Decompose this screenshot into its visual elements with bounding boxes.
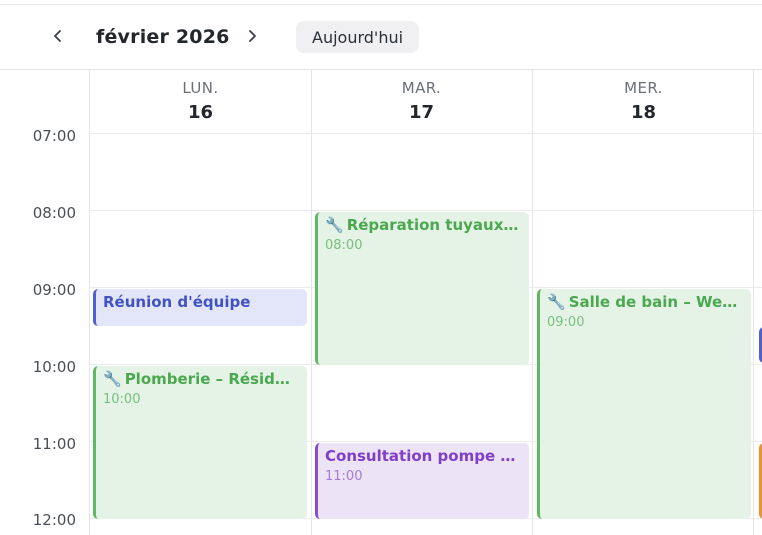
month-title: février 2026 — [96, 26, 230, 48]
event-consultation-pompe[interactable]: Consultation pompe à ... 11:00 — [315, 443, 529, 519]
time-label: 11:00 — [32, 435, 76, 453]
day-name: LUN. — [182, 79, 219, 97]
wrench-icon: 🔧 — [325, 216, 344, 234]
day-number: 17 — [408, 102, 435, 123]
event-salle-de-bain[interactable]: 🔧 Salle de bain – Weber 09:00 — [537, 289, 751, 519]
prev-week-button[interactable] — [44, 22, 72, 50]
time-label: 12:00 — [32, 511, 76, 529]
event-time: 10:00 — [103, 392, 141, 407]
next-week-button[interactable] — [238, 22, 266, 50]
time-label: 10:00 — [32, 358, 76, 376]
event-title: Plomberie – Réside... — [124, 370, 300, 388]
time-label: 07:00 — [32, 127, 76, 145]
event-plomberie[interactable]: 🔧 Plomberie – Réside... 10:00 — [93, 366, 307, 519]
hour-line — [90, 210, 762, 211]
event-title: Réunion d'équipe — [103, 293, 251, 311]
chevron-left-icon — [54, 30, 61, 42]
today-button[interactable]: Aujourd'hui — [296, 21, 420, 53]
event-title: Réparation tuyaux –... — [346, 216, 522, 234]
event-time: 09:00 — [547, 315, 585, 330]
time-label: 08:00 — [32, 204, 76, 222]
event-reparation-tuyaux[interactable]: 🔧 Réparation tuyaux –... 08:00 — [315, 212, 529, 365]
day-number: 16 — [187, 102, 214, 123]
day-header-wed[interactable]: MER. 18 — [533, 70, 754, 134]
week-grid: LUN. 16 MAR. 17 MER. 18 07:00 08:00 09:0… — [0, 69, 762, 535]
event-reunion-equipe[interactable]: Réunion d'équipe — [93, 289, 307, 326]
event-time: 11:00 — [325, 469, 363, 484]
column-divider — [532, 70, 533, 535]
day-number: 18 — [630, 102, 657, 123]
wrench-icon: 🔧 — [103, 370, 122, 388]
day-header-mon[interactable]: LUN. 16 — [90, 70, 311, 134]
day-name: MER. — [624, 79, 663, 97]
calendar-toolbar: février 2026 Aujourd'hui — [0, 5, 762, 69]
day-header-tue[interactable]: MAR. 17 — [311, 70, 532, 134]
event-time: 08:00 — [325, 238, 363, 253]
event-title: Consultation pompe à ... — [325, 447, 522, 465]
event-title: Salle de bain – Weber — [568, 293, 744, 311]
time-label: 09:00 — [32, 281, 76, 299]
chevron-right-icon — [249, 30, 256, 42]
column-divider — [311, 70, 312, 535]
column-divider — [89, 70, 90, 535]
day-name: MAR. — [401, 79, 442, 97]
wrench-icon: 🔧 — [547, 293, 566, 311]
column-divider — [753, 70, 754, 535]
